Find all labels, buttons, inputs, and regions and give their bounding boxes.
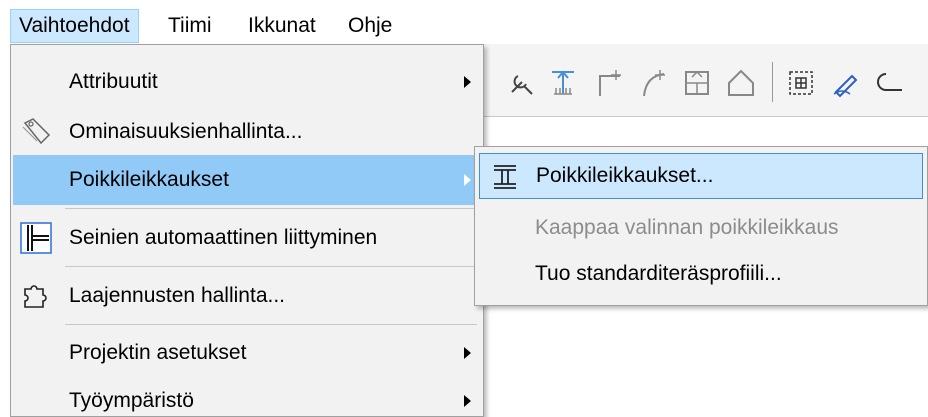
menu-item-label: Seinien automaattinen liittyminen [69, 226, 378, 249]
menu-item-attribuutit[interactable]: Attribuutit [13, 57, 481, 107]
menu-item-label: Laajennusten hallinta... [69, 284, 285, 307]
poikkileikkaukset-submenu: Poikkileikkaukset... Kaappaa valinnan po… [474, 146, 928, 306]
submenu-arrow-icon [464, 395, 471, 407]
i-beam-icon [494, 165, 516, 189]
menu-ohje[interactable]: Ohje [340, 10, 400, 42]
menu-item-ominaisuuksienhallinta[interactable]: Ominaisuuksienhallinta... [13, 107, 481, 157]
submenu-arrow-icon [464, 347, 471, 359]
house-icon[interactable] [724, 66, 758, 100]
toolbar-separator [772, 62, 773, 102]
menu-separator [65, 324, 477, 325]
menubar: Vaihtoehdot Tiimi Ikkunat Ohje [0, 0, 928, 44]
menu-item-tyoymparisto[interactable]: Työympäristö [13, 376, 481, 417]
menu-item-label: Työympäristö [69, 389, 194, 412]
grid-select-icon[interactable] [784, 66, 818, 100]
menu-item-projektin-asetukset[interactable]: Projektin asetukset [13, 328, 481, 378]
wall-join-icon [20, 222, 52, 254]
menu-tiimi[interactable]: Tiimi [160, 10, 220, 42]
tag-icon [22, 118, 51, 145]
submenu-arrow-icon [464, 76, 471, 88]
submenu-item-label: Tuo standarditeräsprofiili... [535, 262, 782, 285]
toolbar-border [484, 116, 928, 117]
app-window: Vaihtoehdot Tiimi Ikkunat Ohje Attribuut… [0, 0, 928, 417]
menu-item-seinien-liittyminen[interactable]: Seinien automaattinen liittyminen [13, 213, 481, 263]
menu-item-laajennusten-hallinta[interactable]: Laajennusten hallinta... [13, 271, 481, 321]
dimension-up-icon[interactable] [546, 66, 580, 100]
vaihtoehdot-dropdown: Attribuutit Ominaisuuksienhallinta... Po… [10, 44, 484, 417]
curve-icon[interactable] [636, 66, 670, 100]
pen-icon[interactable] [828, 66, 862, 100]
cloud-icon[interactable] [872, 66, 906, 100]
menu-ikkunat[interactable]: Ikkunat [240, 10, 324, 42]
puzzle-icon [24, 285, 47, 308]
submenu-item-label: Poikkileikkaukset... [536, 164, 714, 187]
menu-item-poikkileikkaukset[interactable]: Poikkileikkaukset [13, 155, 481, 205]
submenu-arrow-icon [464, 174, 471, 186]
menu-item-label: Ominaisuuksienhallinta... [69, 120, 303, 143]
submenu-item-tuo-profiili[interactable]: Tuo standarditeräsprofiili... [479, 251, 923, 297]
menu-vaihtoehdot[interactable]: Vaihtoehdot [10, 9, 139, 43]
corner-icon[interactable] [592, 66, 626, 100]
submenu-item-poikkileikkaukset[interactable]: Poikkileikkaukset... [479, 153, 923, 199]
box-arrow-icon[interactable] [680, 66, 714, 100]
menu-separator [65, 208, 477, 209]
submenu-item-label: Kaappaa valinnan poikkileikkaus [535, 216, 839, 239]
menu-item-label: Poikkileikkaukset [69, 168, 229, 191]
menu-separator [65, 266, 477, 267]
menu-item-label: Projektin asetukset [69, 341, 247, 364]
toolbar [484, 44, 928, 116]
wrench-icon[interactable] [504, 66, 538, 100]
menu-item-label: Attribuutit [69, 70, 158, 93]
submenu-item-kaappaa: Kaappaa valinnan poikkileikkaus [479, 205, 923, 251]
